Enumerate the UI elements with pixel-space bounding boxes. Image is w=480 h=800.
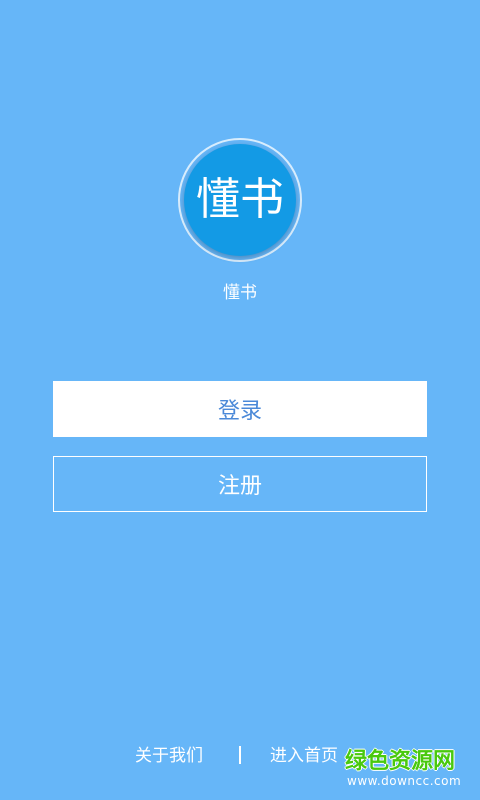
register-button[interactable]: 注册 <box>53 456 427 512</box>
app-name: 懂书 <box>223 283 257 303</box>
watermark-url: www.downcc.com <box>347 774 462 788</box>
about-us-link[interactable]: 关于我们 <box>135 744 213 768</box>
logo-text: 懂书 <box>196 174 284 225</box>
footer-links: 关于我们 进入首页 <box>0 744 480 768</box>
login-button[interactable]: 登录 <box>53 381 427 437</box>
enter-home-link[interactable]: 进入首页 <box>270 744 348 768</box>
launch-screen: 懂书 懂书 登录 注册 关于我们 进入首页 绿色资源网 www.downcc.c… <box>0 0 480 800</box>
app-logo: 懂书 <box>184 144 296 256</box>
app-logo-ring: 懂书 <box>178 138 302 262</box>
footer-divider <box>239 746 241 764</box>
